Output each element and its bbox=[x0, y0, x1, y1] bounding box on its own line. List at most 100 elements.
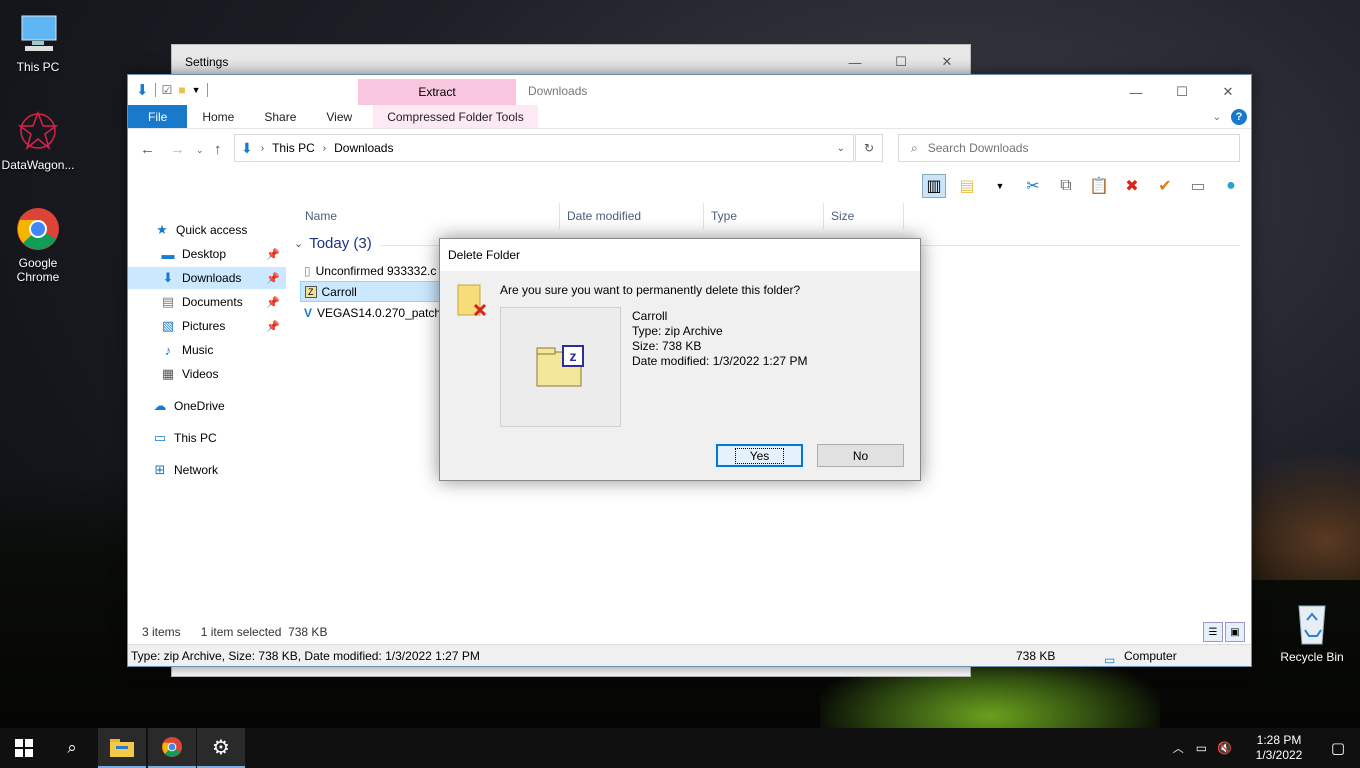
search-box[interactable]: ⌕ bbox=[898, 134, 1240, 162]
globe-icon[interactable]: ● bbox=[1219, 174, 1243, 198]
preview-pane-icon[interactable]: ▥ bbox=[922, 174, 946, 198]
tab-compressed-folder-tools[interactable]: Compressed Folder Tools bbox=[373, 105, 538, 128]
pin-icon[interactable]: 📌 bbox=[266, 248, 280, 261]
pin-icon[interactable]: 📌 bbox=[266, 296, 280, 309]
desktop-icon-datawagon[interactable]: DataWagon... bbox=[0, 108, 76, 172]
properties-icon[interactable]: ☑ bbox=[162, 83, 173, 97]
address-bar[interactable]: ⬇ › This PC › Downloads ⌄ bbox=[234, 134, 854, 162]
nav-label: OneDrive bbox=[174, 399, 225, 413]
tab-view[interactable]: View bbox=[311, 105, 367, 128]
desktop-icon-google-chrome[interactable]: Google Chrome bbox=[0, 206, 76, 284]
chevron-down-icon[interactable]: ▼ bbox=[988, 174, 1012, 198]
windows-icon bbox=[15, 739, 33, 757]
column-size[interactable]: Size bbox=[824, 203, 904, 229]
nav-music[interactable]: ♪ Music bbox=[128, 339, 286, 361]
music-icon: ♪ bbox=[164, 342, 172, 358]
chevron-down-icon: ⌄ bbox=[294, 238, 304, 250]
details-location: Computer bbox=[1124, 649, 1177, 663]
nav-pictures[interactable]: ▧ Pictures 📌 bbox=[128, 315, 286, 337]
taskbar-settings[interactable]: ⚙ bbox=[197, 728, 245, 768]
arrow-down-icon[interactable]: ⬇ bbox=[136, 81, 149, 99]
chevron-down-icon[interactable]: ⌄ bbox=[1213, 112, 1221, 123]
nav-desktop[interactable]: ▬ Desktop 📌 bbox=[128, 243, 286, 265]
minimize-button[interactable]: — bbox=[1113, 75, 1159, 109]
new-folder-icon[interactable]: ■ bbox=[178, 83, 185, 97]
tab-file[interactable]: File bbox=[128, 105, 188, 128]
help-icon[interactable]: ? bbox=[1231, 109, 1247, 125]
pin-icon[interactable]: 📌 bbox=[266, 320, 280, 333]
up-arrow-icon[interactable]: ↑ bbox=[214, 141, 222, 158]
file-name: VEGAS14.0.270_patch_ bbox=[317, 305, 440, 320]
file-name: Unconfirmed 933332.c bbox=[315, 263, 437, 278]
nav-network[interactable]: ⊞ Network bbox=[128, 459, 286, 481]
refresh-button[interactable]: ↻ bbox=[855, 134, 883, 162]
breadcrumb-this-pc[interactable]: This PC bbox=[272, 141, 315, 155]
nav-quick-access[interactable]: ★ Quick access bbox=[128, 219, 286, 241]
maximize-button[interactable]: ☐ bbox=[1159, 75, 1205, 109]
group-header[interactable]: ⌄ Today (3) bbox=[294, 235, 372, 252]
extract-context-tab[interactable]: Extract bbox=[358, 79, 516, 105]
desktop-icon-this-pc[interactable]: This PC bbox=[0, 10, 76, 74]
clock[interactable]: 1:28 PM 1/3/2022 bbox=[1242, 733, 1316, 763]
clock-date: 1/3/2022 bbox=[1255, 748, 1303, 762]
rename-icon[interactable]: ▭ bbox=[1186, 174, 1210, 198]
delete-icon[interactable]: ✖ bbox=[1120, 174, 1144, 198]
recent-locations-icon[interactable]: ⌄ bbox=[196, 145, 204, 156]
volume-muted-icon[interactable]: 🔇 bbox=[1217, 741, 1232, 755]
tab-home[interactable]: Home bbox=[187, 105, 249, 128]
computer-icon bbox=[15, 10, 61, 56]
nav-label: Music bbox=[182, 343, 214, 357]
nav-onedrive[interactable]: ☁ OneDrive bbox=[128, 395, 286, 417]
search-button[interactable]: ⌕ bbox=[48, 728, 96, 768]
no-button[interactable]: No bbox=[817, 444, 904, 467]
desktop-icon-recycle-bin[interactable]: Recycle Bin bbox=[1274, 600, 1350, 664]
delete-folder-dialog[interactable]: Delete Folder Are you sure you want to p… bbox=[439, 238, 921, 481]
nav-this-pc[interactable]: ▭ This PC bbox=[128, 427, 286, 449]
new-folder-icon[interactable]: ▤ bbox=[955, 174, 979, 198]
column-date-modified[interactable]: Date modified bbox=[560, 203, 704, 229]
list-item[interactable]: ▯ Unconfirmed 933332.c bbox=[300, 260, 440, 281]
search-input[interactable] bbox=[927, 141, 1188, 155]
network-icon[interactable]: ▭ bbox=[1196, 741, 1207, 755]
notifications-icon[interactable]: ▢ bbox=[1316, 739, 1360, 757]
search-icon: ⌕ bbox=[67, 738, 77, 757]
extra-toolbar: ▥ ▤ ▼ ✂ ⧉ 📋 ✖ ✔ ▭ ● bbox=[922, 171, 1243, 201]
forward-arrow-icon[interactable]: → bbox=[170, 141, 185, 158]
start-button[interactable] bbox=[0, 728, 48, 768]
list-item[interactable]: V VEGAS14.0.270_patch_ bbox=[300, 302, 440, 323]
column-name[interactable]: Name bbox=[298, 203, 560, 229]
list-item[interactable]: Z Carroll bbox=[300, 281, 440, 302]
window-title: Downloads bbox=[528, 84, 588, 98]
recycle-bin-icon bbox=[1289, 600, 1335, 646]
pin-icon[interactable]: 📌 bbox=[266, 272, 280, 285]
chevron-down-icon[interactable]: ▼ bbox=[192, 85, 201, 95]
system-tray: ︿ ▭ 🔇 1:28 PM 1/3/2022 ▢ bbox=[1173, 728, 1360, 768]
refresh-icon: ↻ bbox=[863, 141, 875, 155]
taskbar-file-explorer[interactable] bbox=[98, 728, 146, 768]
yes-button[interactable]: Yes bbox=[716, 444, 803, 467]
chevron-up-icon[interactable]: ︿ bbox=[1173, 740, 1184, 756]
nav-videos[interactable]: ▦ Videos bbox=[128, 363, 286, 385]
selected-count: 1 item selected bbox=[200, 625, 282, 639]
tab-share[interactable]: Share bbox=[249, 105, 311, 128]
delete-folder-icon bbox=[456, 283, 490, 322]
back-arrow-icon[interactable]: ← bbox=[140, 141, 155, 158]
column-type[interactable]: Type bbox=[704, 203, 824, 229]
star-icon: ★ bbox=[156, 222, 168, 237]
details-view-icon[interactable]: ☰ bbox=[1203, 622, 1223, 642]
close-button[interactable]: ✕ bbox=[1205, 75, 1251, 109]
yes-label: Yes bbox=[734, 447, 785, 464]
pictures-icon: ▧ bbox=[161, 318, 175, 333]
chevron-down-icon[interactable]: ⌄ bbox=[837, 143, 845, 154]
nav-downloads[interactable]: ⬇ Downloads 📌 bbox=[128, 267, 286, 289]
paste-icon[interactable]: 📋 bbox=[1087, 174, 1111, 198]
copy-icon[interactable]: ⧉ bbox=[1054, 174, 1078, 198]
cut-icon[interactable]: ✂ bbox=[1021, 174, 1045, 198]
checkmark-icon[interactable]: ✔ bbox=[1153, 174, 1177, 198]
file-info-size: Size: 738 KB bbox=[632, 339, 702, 353]
taskbar-chrome[interactable] bbox=[148, 728, 196, 768]
nav-documents[interactable]: ▤ Documents 📌 bbox=[128, 291, 286, 313]
zip-archive-icon: z bbox=[536, 345, 584, 387]
large-icons-view-icon[interactable]: ▣ bbox=[1225, 622, 1245, 642]
breadcrumb-downloads[interactable]: Downloads bbox=[334, 141, 393, 155]
